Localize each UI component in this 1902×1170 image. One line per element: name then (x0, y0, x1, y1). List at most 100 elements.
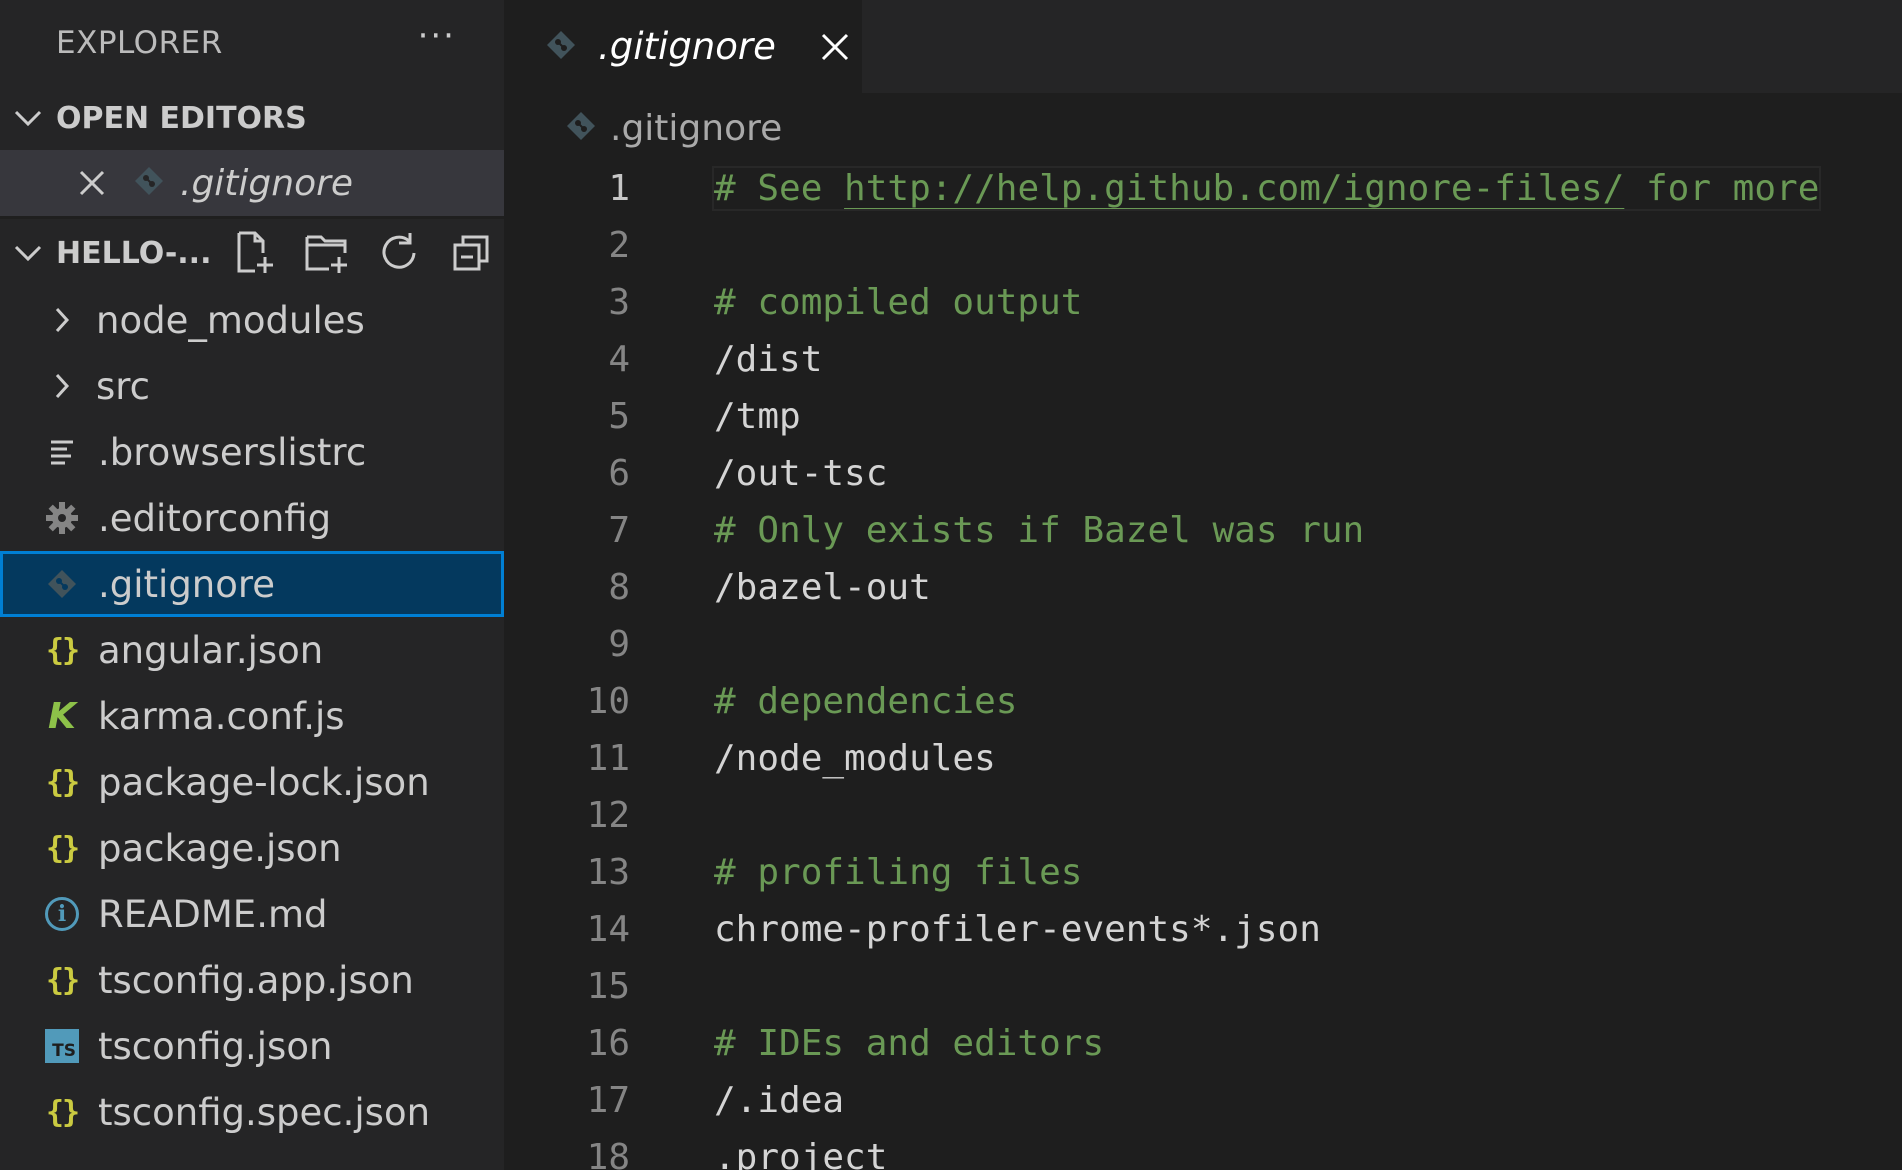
git-file-icon (134, 166, 164, 200)
line-number: 9 (608, 624, 630, 665)
json-file-icon: {} (45, 830, 80, 866)
file-label: src (96, 364, 151, 408)
file-label: package.json (98, 826, 342, 870)
code-line: 4/dist (504, 331, 1902, 388)
vscode-window: EXPLORER ··· OPEN EDITORS .gitignore HEL… (0, 0, 1902, 1170)
file-label: package-lock.json (98, 760, 430, 804)
file-item[interactable]: TS tsconfig.json (0, 1013, 504, 1079)
file-item[interactable]: .editorconfig (0, 485, 504, 551)
file-item[interactable]: Kkarma.conf.js (0, 683, 504, 749)
line-text: # IDEs and editors (714, 1023, 1105, 1064)
file-item[interactable]: {} package.json (0, 815, 504, 881)
explorer-sidebar: EXPLORER ··· OPEN EDITORS .gitignore HEL… (0, 0, 504, 1170)
file-label: karma.conf.js (98, 694, 345, 738)
info-icon: i (42, 894, 82, 934)
json-file-icon: {} (45, 764, 80, 800)
new-folder-icon[interactable] (303, 229, 351, 277)
git-file-icon (42, 564, 82, 604)
more-actions-button[interactable]: ··· (418, 19, 456, 53)
line-text: /bazel-out (714, 567, 931, 608)
file-item[interactable]: {} package-lock.json (0, 749, 504, 815)
folder-item[interactable]: node_modules (0, 287, 504, 353)
project-label: HELLO-... (56, 235, 212, 271)
json-file-icon: {} (45, 962, 80, 998)
line-text: /dist (714, 339, 823, 380)
file-label: .editorconfig (98, 496, 332, 540)
tab-gitignore[interactable]: .gitignore (504, 0, 862, 93)
line-text: /tmp (714, 396, 801, 437)
chevron-right-icon (52, 300, 72, 340)
json-file-icon: {} (45, 632, 80, 668)
file-item[interactable]: {} tsconfig.app.json (0, 947, 504, 1013)
line-number: 4 (608, 339, 630, 380)
code-line: 6/out-tsc (504, 445, 1902, 502)
file-label: README.md (98, 892, 328, 936)
project-actions (231, 229, 495, 277)
line-number: 2 (608, 225, 630, 266)
open-editors-label: OPEN EDITORS (56, 100, 307, 136)
line-text: /node_modules (714, 738, 996, 779)
line-number: 11 (586, 738, 630, 779)
line-number: 18 (586, 1137, 630, 1170)
close-icon[interactable] (72, 170, 112, 196)
file-label: tsconfig.json (98, 1024, 333, 1068)
code-line: 13 # profiling files (504, 844, 1902, 901)
typescript-file-icon: TS (42, 1026, 82, 1066)
code-line: 18 .project (504, 1129, 1902, 1170)
url-link[interactable]: http://help.github.com/ignore-files/ (844, 168, 1624, 209)
explorer-header: EXPLORER ··· (0, 0, 504, 86)
git-file-icon (546, 30, 576, 64)
code-line: 9 (504, 616, 1902, 673)
code-editor[interactable]: 1 # See http://help.github.com/ignore-fil… (504, 160, 1902, 1170)
explorer-title: EXPLORER (56, 25, 223, 61)
code-line: 12 (504, 787, 1902, 844)
code-line: 7 # Only exists if Bazel was run (504, 502, 1902, 559)
file-tree: node_modulessrc .browserslistrc .editorcon… (0, 287, 504, 1145)
code-line: 5/tmp (504, 388, 1902, 445)
editor-area: .gitignore .gitignore 1 # See http://help… (504, 0, 1902, 1170)
code-line: 14 chrome-profiler-events*.json (504, 901, 1902, 958)
line-number: 10 (586, 681, 630, 722)
refresh-icon[interactable] (375, 229, 423, 277)
file-label: tsconfig.app.json (98, 958, 414, 1002)
line-number: 8 (608, 567, 630, 608)
code-line: 15 (504, 958, 1902, 1015)
line-text: # See http://help.github.com/ignore-file… (711, 166, 1822, 211)
code-line: 11/node_modules (504, 730, 1902, 787)
file-label: angular.json (98, 628, 324, 672)
chevron-down-icon (0, 244, 56, 262)
line-text: chrome-profiler-events*.json (714, 909, 1321, 950)
tab-label: .gitignore (598, 25, 776, 68)
line-number: 16 (586, 1023, 630, 1064)
chevron-down-icon (0, 109, 56, 127)
file-label: .browserslistrc (98, 430, 367, 474)
comment-text: for more (1624, 168, 1820, 209)
folder-item[interactable]: src (0, 353, 504, 419)
line-number: 12 (586, 795, 630, 836)
file-label: tsconfig.spec.json (98, 1090, 431, 1134)
open-editors-header[interactable]: OPEN EDITORS (0, 86, 504, 150)
line-number: 5 (608, 396, 630, 437)
code-line: 17 /.idea (504, 1072, 1902, 1129)
breadcrumb: .gitignore (504, 93, 1902, 163)
line-number: 13 (586, 852, 630, 893)
line-number: 7 (608, 510, 630, 551)
line-text: /.idea (714, 1080, 845, 1121)
close-icon[interactable] (820, 32, 850, 62)
file-item[interactable]: {} tsconfig.spec.json (0, 1079, 504, 1145)
file-item[interactable]: .gitignore (0, 551, 504, 617)
new-file-icon[interactable] (231, 229, 279, 277)
code-line: 8/bazel-out (504, 559, 1902, 616)
project-header[interactable]: HELLO-... (0, 219, 504, 287)
file-item[interactable]: .browserslistrc (0, 419, 504, 485)
chevron-right-icon (52, 366, 72, 406)
file-item[interactable]: {} angular.json (0, 617, 504, 683)
open-editor-item[interactable]: .gitignore (0, 150, 504, 219)
line-number: 17 (586, 1080, 630, 1121)
lines-file-icon (42, 432, 82, 472)
git-file-icon (566, 111, 596, 145)
file-item[interactable]: i README.md (0, 881, 504, 947)
line-text: # dependencies (714, 681, 1018, 722)
breadcrumb-item[interactable]: .gitignore (610, 108, 782, 149)
collapse-all-icon[interactable] (447, 229, 495, 277)
